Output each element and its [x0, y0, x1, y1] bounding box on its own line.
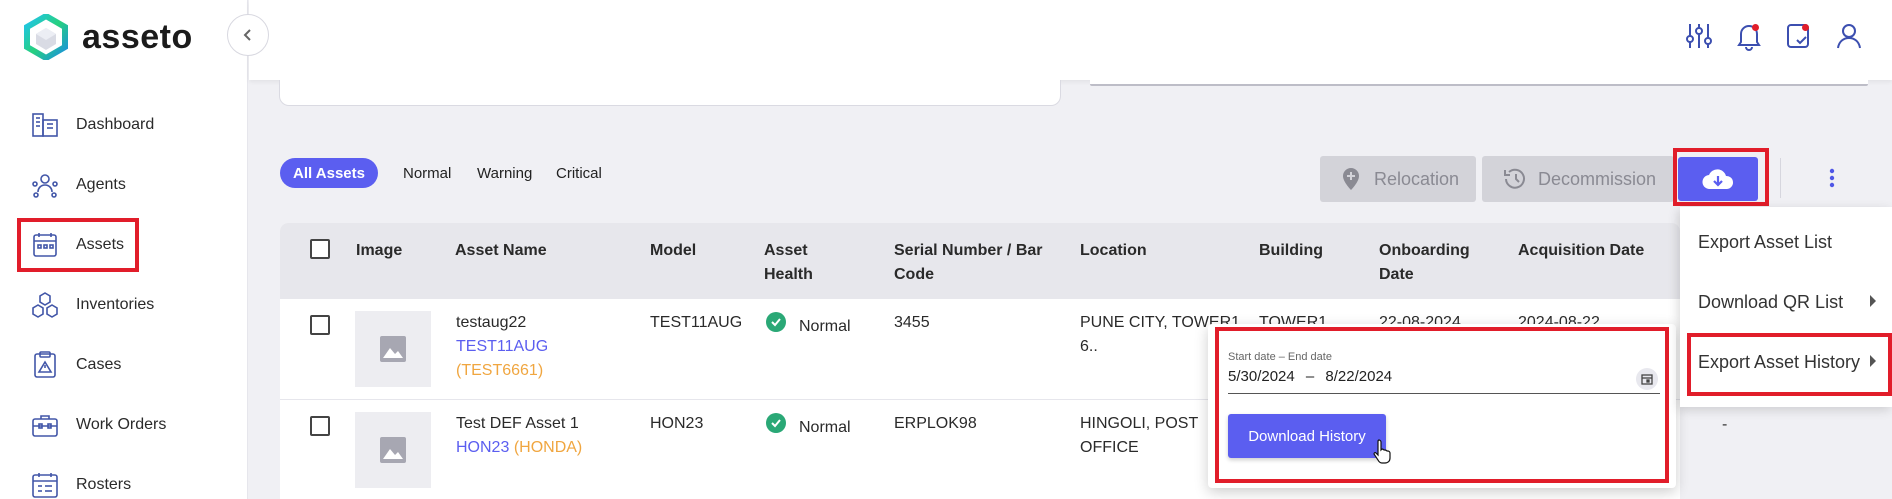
- asset-model: TEST11AUG: [650, 314, 743, 331]
- relocation-button[interactable]: Relocation: [1320, 156, 1476, 202]
- row-2-acquisition-date: -: [1722, 416, 1728, 433]
- sidebar-item-label: Agents: [76, 176, 126, 193]
- date-range-underline: [1228, 393, 1660, 394]
- check-circle-icon: [766, 413, 786, 433]
- asset-name[interactable]: Test DEF Asset 1: [456, 412, 579, 436]
- column-header: Serial Number / Bar Code: [894, 242, 1043, 283]
- sidebar-item-agents[interactable]: Agents: [30, 163, 230, 207]
- download-highlight-box: [1673, 148, 1769, 206]
- sidebar-item-work-orders[interactable]: Work Orders: [30, 403, 230, 447]
- cases-icon: [34, 351, 56, 378]
- sidebar-item-label: Rosters: [76, 476, 132, 493]
- asset-health: Normal: [799, 318, 851, 335]
- asseto-logo-icon: [24, 14, 68, 60]
- dashboard-icon: [32, 113, 58, 137]
- column-header: Asset Health: [764, 242, 813, 283]
- column-header: Asset Name: [455, 242, 547, 259]
- asset-health: Normal: [799, 419, 851, 436]
- asset-model-brand: HON23 (HONDA): [456, 436, 582, 460]
- location-pin-icon: [1343, 168, 1359, 190]
- column-header: Acquisition Date: [1518, 242, 1645, 259]
- column-header: Location: [1080, 242, 1147, 259]
- sidebar-item-cases[interactable]: Cases: [30, 343, 230, 387]
- asset-serial: ERPLOK98: [894, 415, 977, 432]
- date-separator: –: [1305, 368, 1315, 385]
- asset-location: HINGOLI, POST OFFICE: [1080, 415, 1198, 456]
- inventories-icon: [32, 292, 58, 318]
- asset-brand: (HONDA): [513, 439, 583, 456]
- collapse-sidebar-button[interactable]: [227, 14, 269, 56]
- user-icon[interactable]: [1833, 20, 1865, 52]
- column-header: Building: [1259, 242, 1323, 259]
- date-range-input[interactable]: 5/30/2024 – 8/22/2024: [1228, 368, 1392, 385]
- summary-card-right-edge: [1090, 84, 1868, 86]
- image-icon: [380, 437, 406, 463]
- sidebar-item-dashboard[interactable]: Dashboard: [30, 103, 230, 147]
- work-orders-icon: [32, 415, 58, 437]
- sidebar-item-inventories[interactable]: Inventories: [30, 283, 230, 327]
- asset-model: HON23: [650, 415, 704, 432]
- bell-icon[interactable]: [1733, 20, 1765, 52]
- asset-brand: (TEST6661): [456, 362, 544, 379]
- filter-sliders-icon[interactable]: [1683, 20, 1715, 52]
- top-bar: [249, 0, 1892, 80]
- asset-image-placeholder: [355, 311, 431, 387]
- chevron-left-icon: [243, 29, 251, 41]
- sidebar-item-rosters[interactable]: Rosters: [30, 463, 230, 499]
- end-date[interactable]: 8/22/2024: [1325, 368, 1392, 385]
- check-circle-icon: [766, 312, 786, 332]
- tasks-icon[interactable]: [1783, 20, 1815, 52]
- row-checkbox[interactable]: [310, 315, 330, 335]
- menu-item-export-asset-list[interactable]: Export Asset List: [1698, 232, 1832, 253]
- tasks-dot: [1802, 24, 1809, 31]
- asset-model-link[interactable]: TEST11AUG: [456, 335, 548, 359]
- download-history-button[interactable]: Download History: [1228, 414, 1386, 458]
- tab-normal[interactable]: Normal: [403, 158, 451, 188]
- tab-all-assets[interactable]: All Assets: [280, 158, 378, 188]
- menu-item-download-qr-list[interactable]: Download QR List: [1698, 292, 1843, 313]
- row-checkbox[interactable]: [310, 416, 330, 436]
- asset-model-link[interactable]: HON23: [456, 439, 509, 456]
- column-header: Model: [650, 242, 697, 259]
- export-history-highlight-box: [1687, 333, 1892, 396]
- start-date[interactable]: 5/30/2024: [1228, 368, 1295, 385]
- decommission-button[interactable]: Decommission: [1482, 156, 1674, 202]
- sidebar-item-label: Dashboard: [76, 116, 155, 133]
- rosters-icon: [32, 473, 58, 498]
- table-header: Image Asset Name Model Asset Health Seri…: [280, 223, 1680, 299]
- tab-warning[interactable]: Warning: [477, 158, 532, 188]
- decommission-label: Decommission: [1538, 168, 1657, 189]
- sidebar-item-label: Cases: [76, 356, 122, 373]
- sidebar-item-label: Work Orders: [76, 416, 167, 433]
- toolbar-divider: [1780, 158, 1781, 198]
- brand-name: asseto: [82, 17, 193, 56]
- submenu-caret-icon: [1870, 295, 1876, 307]
- date-range-label: Start date – End date: [1228, 351, 1332, 363]
- image-icon: [380, 336, 406, 362]
- summary-card-left: [279, 80, 1061, 106]
- tab-critical[interactable]: Critical: [556, 158, 602, 188]
- history-icon: [1504, 168, 1525, 189]
- relocation-label: Relocation: [1374, 168, 1460, 189]
- asset-serial: 3455: [894, 314, 930, 331]
- assets-highlight-box: [17, 218, 139, 272]
- column-header: Onboarding Date: [1379, 242, 1470, 283]
- hand-pointer-icon: [1373, 439, 1391, 464]
- select-all-checkbox[interactable]: [310, 239, 330, 259]
- more-vertical-icon[interactable]: [1818, 164, 1846, 192]
- asset-image-placeholder: [355, 412, 431, 488]
- agents-icon: [32, 174, 58, 198]
- notification-dot: [1752, 24, 1759, 31]
- calendar-icon[interactable]: [1636, 368, 1658, 390]
- column-header: Image: [356, 242, 403, 259]
- sidebar-item-label: Inventories: [76, 296, 155, 313]
- asset-name[interactable]: testaug22: [456, 311, 526, 335]
- brand-logo[interactable]: asseto: [24, 14, 193, 60]
